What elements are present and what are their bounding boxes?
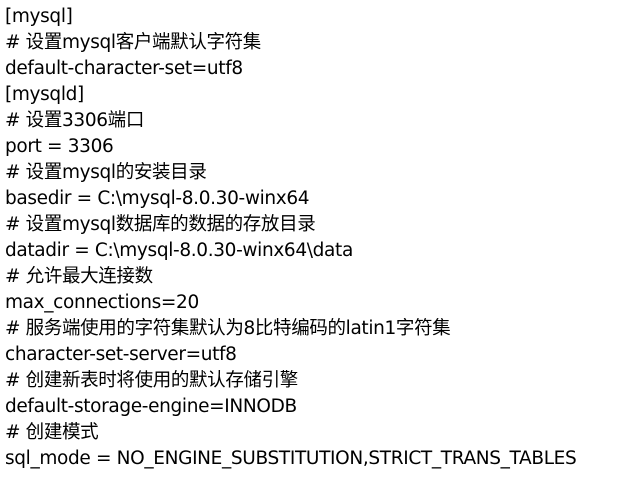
comment-line: # 创建新表时将使用的默认存储引擎: [5, 370, 298, 391]
setting-character-set-server: character-set-server=utf8: [5, 344, 237, 365]
setting-default-character-set: default-character-set=utf8: [5, 58, 243, 79]
setting-datadir: datadir = C:\mysql-8.0.30-winx64\data: [5, 240, 353, 261]
comment-line: # 设置mysql的安装目录: [5, 162, 207, 183]
comment-line: # 设置mysql客户端默认字符集: [5, 32, 261, 53]
setting-sql-mode: sql_mode = NO_ENGINE_SUBSTITUTION,STRICT…: [5, 448, 577, 469]
mysql-config-text: [mysql] # 设置mysql客户端默认字符集 default-charac…: [5, 4, 577, 472]
comment-line: # 设置mysql数据库的数据的存放目录: [5, 214, 316, 235]
setting-default-storage-engine: default-storage-engine=INNODB: [5, 396, 297, 417]
section-header-mysqld: [mysqld]: [5, 84, 84, 105]
section-header-mysql: [mysql]: [5, 6, 73, 27]
comment-line: # 服务端使用的字符集默认为8比特编码的latin1字符集: [5, 318, 451, 339]
config-page: { "lines": [ "[mysql]", "# 设置mysql客户端默认字…: [0, 0, 620, 481]
setting-basedir: basedir = C:\mysql-8.0.30-winx64: [5, 188, 310, 209]
comment-line: # 允许最大连接数: [5, 266, 153, 287]
setting-port: port = 3306: [5, 136, 114, 157]
setting-max-connections: max_connections=20: [5, 292, 199, 313]
comment-line: # 创建模式: [5, 422, 99, 443]
comment-line: # 设置3306端口: [5, 110, 144, 131]
